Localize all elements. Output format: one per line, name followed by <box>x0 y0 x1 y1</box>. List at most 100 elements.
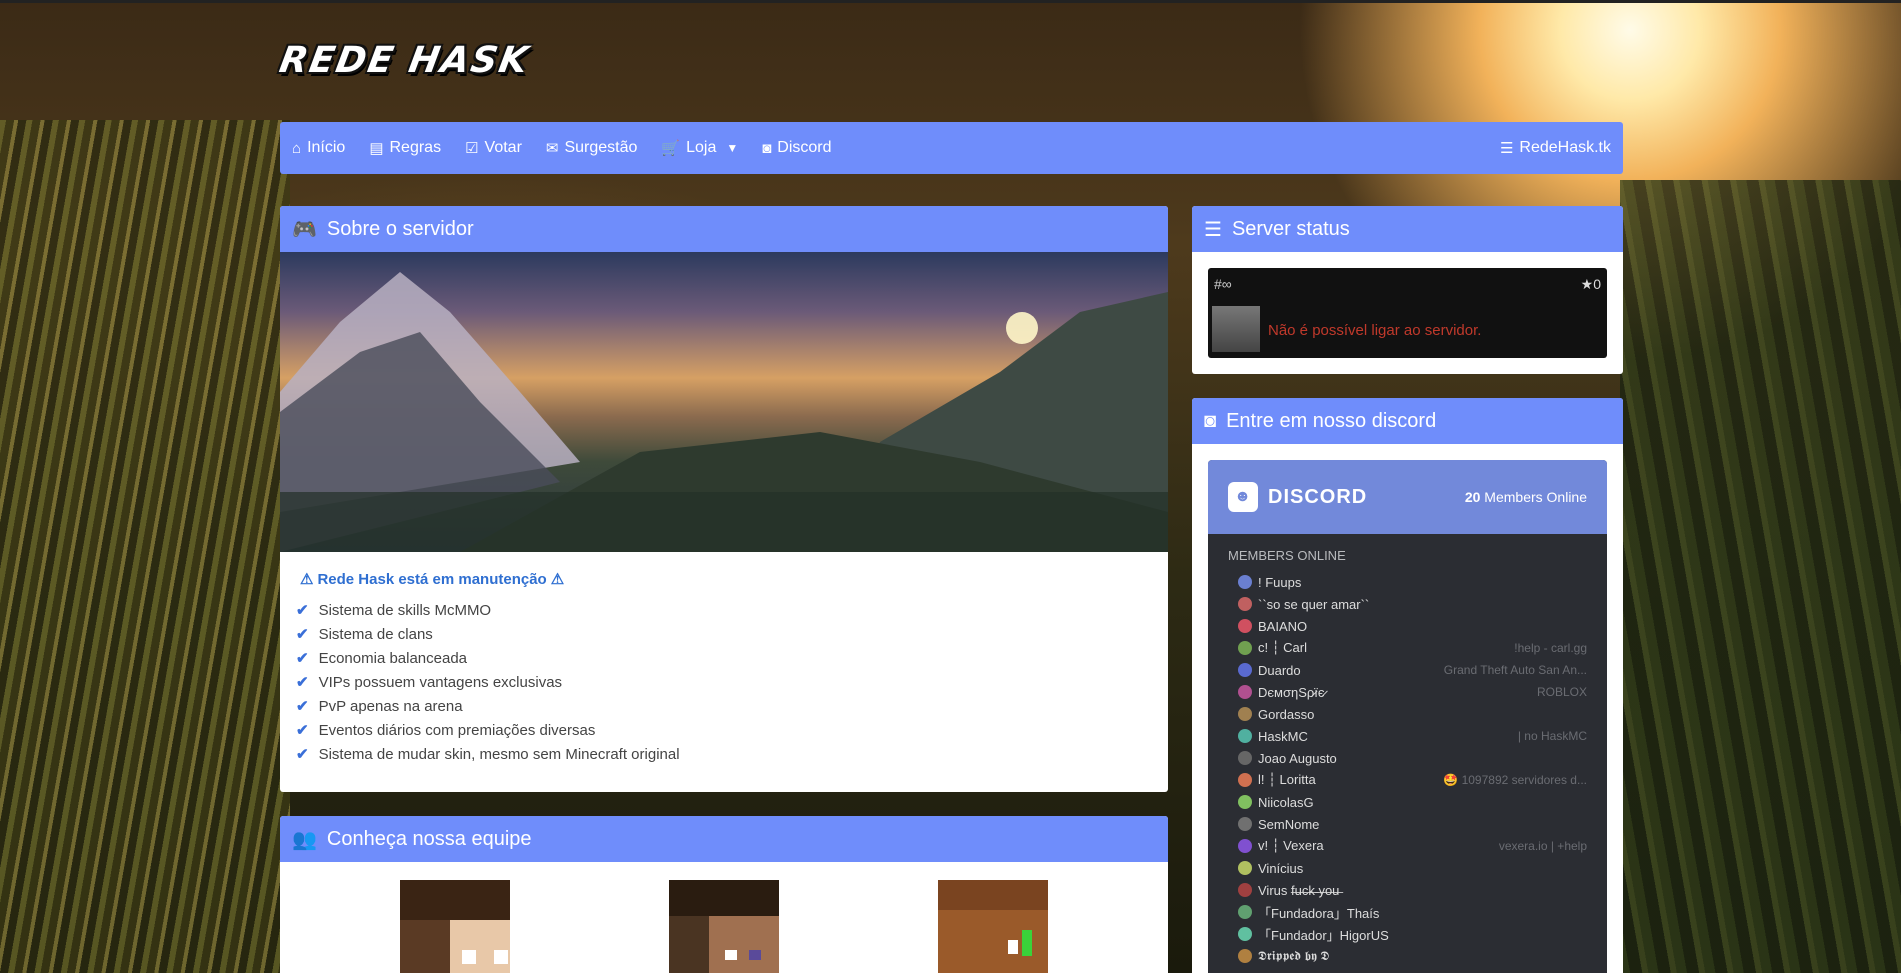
member-avatar <box>1238 641 1252 655</box>
server-icon: ☰ <box>1204 218 1222 241</box>
nav-item-loja[interactable]: 🛒 Loja ▼ <box>661 139 738 157</box>
discord-member-row[interactable]: 𝕯𝖗𝖎𝖕𝖕𝖊𝖉 𝖇𝖞 𝕯 <box>1228 945 1587 967</box>
member-name: l! ┆ Loritta <box>1258 772 1316 787</box>
nav-item-inicio[interactable]: ⌂ Início <box>292 139 345 157</box>
discord-header: ◙ Entre em nosso discord <box>1192 398 1623 444</box>
site-logo[interactable]: REDE HASK <box>276 40 532 81</box>
nav-item-surgestao[interactable]: ✉ Surgestão <box>546 139 638 157</box>
member-avatar <box>1238 773 1252 787</box>
discord-member-row[interactable]: Vinícius <box>1228 857 1587 879</box>
member-name: 𝕯𝖗𝖎𝖕𝖕𝖊𝖉 𝖇𝖞 𝕯 <box>1258 948 1330 963</box>
nav-label: Surgestão <box>564 139 638 156</box>
check-icon: ✔ <box>296 602 309 619</box>
member-name: 「Fundador」HigorUS <box>1258 927 1389 943</box>
members-container: ! Fuups ``so se quer amar`` BAIANO c! ┆ Car… <box>1228 571 1587 967</box>
gamepad-icon: 🎮 <box>292 218 317 241</box>
server-rank: #∞ <box>1214 276 1232 292</box>
nav-item-site[interactable]: ☰ RedeHask.tk <box>1500 139 1611 157</box>
discord-widget[interactable]: ☻ DISCORD 20 Members Online MEMBERS ONLI… <box>1208 460 1607 973</box>
home-icon: ⌂ <box>292 139 302 157</box>
server-banner-image <box>280 252 1168 552</box>
server-icon: ☰ <box>1499 140 1514 157</box>
discord-member-row[interactable]: v! ┆ Vexera vexera.io | +help <box>1228 835 1587 857</box>
about-panel: 🎮 Sobre o servidor ⚠ Rede Hask está em m… <box>280 206 1168 792</box>
feature-item: ✔ Eventos diários com premiações diversas <box>296 718 1152 742</box>
discord-member-row[interactable]: NiicolasG <box>1228 791 1587 813</box>
check-icon: ✔ <box>296 746 309 763</box>
server-thumbnail <box>1212 306 1260 352</box>
maintenance-alert: ⚠ Rede Hask está em manutenção ⚠ <box>296 570 1152 589</box>
online-label: Members Online <box>1484 489 1587 505</box>
status-title: Server status <box>1231 217 1350 240</box>
feature-item: ✔ PvP apenas na arena <box>296 694 1152 718</box>
team-title: Conheça nossa equipe <box>326 827 532 850</box>
discord-members-list: MEMBERS ONLINE ! Fuups ``so se quer amar`… <box>1208 534 1607 973</box>
server-status-widget[interactable]: #∞ ★0 Não é possível ligar ao servidor. <box>1208 268 1607 358</box>
member-name: ``so se quer amar`` <box>1258 596 1370 612</box>
member-name: Duardo <box>1258 662 1301 678</box>
discord-member-row[interactable]: Duardo Grand Theft Auto San An... <box>1228 659 1587 681</box>
discord-member-row[interactable]: 「Fundador」HigorUS <box>1228 923 1587 945</box>
discord-icon: ◙ <box>762 139 772 157</box>
member-avatar <box>1238 751 1252 765</box>
cart-icon: 🛒 <box>661 140 681 157</box>
about-header: 🎮 Sobre o servidor <box>280 206 1168 252</box>
server-stars: ★0 <box>1580 276 1601 292</box>
discord-panel: ◙ Entre em nosso discord ☻ DISCORD 20 Me… <box>1192 398 1623 973</box>
discord-icon: ◙ <box>1204 409 1217 432</box>
member-avatar <box>1238 575 1252 589</box>
nav-item-discord[interactable]: ◙ Discord <box>762 139 831 157</box>
discord-member-row[interactable]: 「Fundadora」Thaís <box>1228 901 1587 923</box>
skin-head-image <box>668 880 779 973</box>
warning-icon: ⚠ <box>300 571 314 588</box>
member-name: Vinícius <box>1258 860 1304 876</box>
discord-member-row[interactable]: ! Fuups <box>1228 571 1587 593</box>
member-avatar <box>1238 729 1252 743</box>
discord-member-row[interactable]: DємσηЅρ̷їє̷ ROBLOX <box>1228 681 1587 703</box>
check-icon: ✔ <box>296 674 309 691</box>
users-icon: 👥 <box>292 828 317 851</box>
member-avatar <box>1238 839 1252 853</box>
nav-item-regras[interactable]: ▤ Regras <box>369 139 441 157</box>
discord-member-row[interactable]: ``so se quer amar`` <box>1228 593 1587 615</box>
check-icon: ✔ <box>296 650 309 667</box>
discord-member-row[interactable]: Joao Augusto <box>1228 747 1587 769</box>
team-member-avatar[interactable] <box>399 880 510 973</box>
discord-member-row[interactable]: SemNome <box>1228 813 1587 835</box>
member-activity: Grand Theft Auto San An... <box>1443 663 1587 677</box>
discord-member-row[interactable]: Gordasso <box>1228 703 1587 725</box>
envelope-icon: ✉ <box>545 140 559 157</box>
discord-member-row[interactable]: l! ┆ Loritta 🤩 1097892 servidores d... <box>1228 769 1587 791</box>
feature-text: VIPs possuem vantagens exclusivas <box>318 673 563 691</box>
landscape-illustration <box>280 272 1168 552</box>
discord-mascot-icon: ☻ <box>1228 482 1258 512</box>
feature-item: ✔ Economia balanceada <box>296 646 1152 670</box>
team-member-avatar[interactable] <box>668 880 779 973</box>
nav-label: Início <box>307 139 346 156</box>
book-icon: ▤ <box>369 140 384 157</box>
discord-member-row[interactable]: c! ┆ Carl !help - carl.gg <box>1228 637 1587 659</box>
top-strip <box>0 0 1901 3</box>
discord-logo[interactable]: ☻ DISCORD <box>1228 482 1367 512</box>
check-icon: ✔ <box>296 722 309 739</box>
nav-label: Discord <box>777 139 832 156</box>
discord-member-row[interactable]: BAIANO <box>1228 615 1587 637</box>
discord-member-row[interactable]: Virus f̶u̶c̶k̶ ̶y̶o̶u̶ <box>1228 879 1587 901</box>
nav-item-votar[interactable]: ☑ Votar <box>465 139 522 157</box>
member-avatar <box>1238 949 1252 963</box>
member-avatar <box>1238 795 1252 809</box>
discord-member-row[interactable]: HaskMC | no HaskMC <box>1228 725 1587 747</box>
member-name: 「Fundadora」Thaís <box>1258 905 1380 921</box>
discord-widget-header: ☻ DISCORD 20 Members Online <box>1208 460 1607 534</box>
member-name: BAIANO <box>1258 618 1308 634</box>
member-avatar <box>1238 597 1252 611</box>
nav-label: Votar <box>484 139 522 156</box>
member-name: SemNome <box>1258 816 1320 832</box>
feature-text: Eventos diários com premiações diversas <box>318 721 596 739</box>
member-name: DємσηЅρ̷їє̷ <box>1258 684 1325 700</box>
team-member-avatar[interactable] <box>938 880 1049 973</box>
members-heading: MEMBERS ONLINE <box>1228 548 1346 563</box>
nav-label: Loja <box>686 139 717 156</box>
member-activity: vexera.io | +help <box>1498 839 1587 853</box>
background-foliage-right <box>1620 180 1901 973</box>
